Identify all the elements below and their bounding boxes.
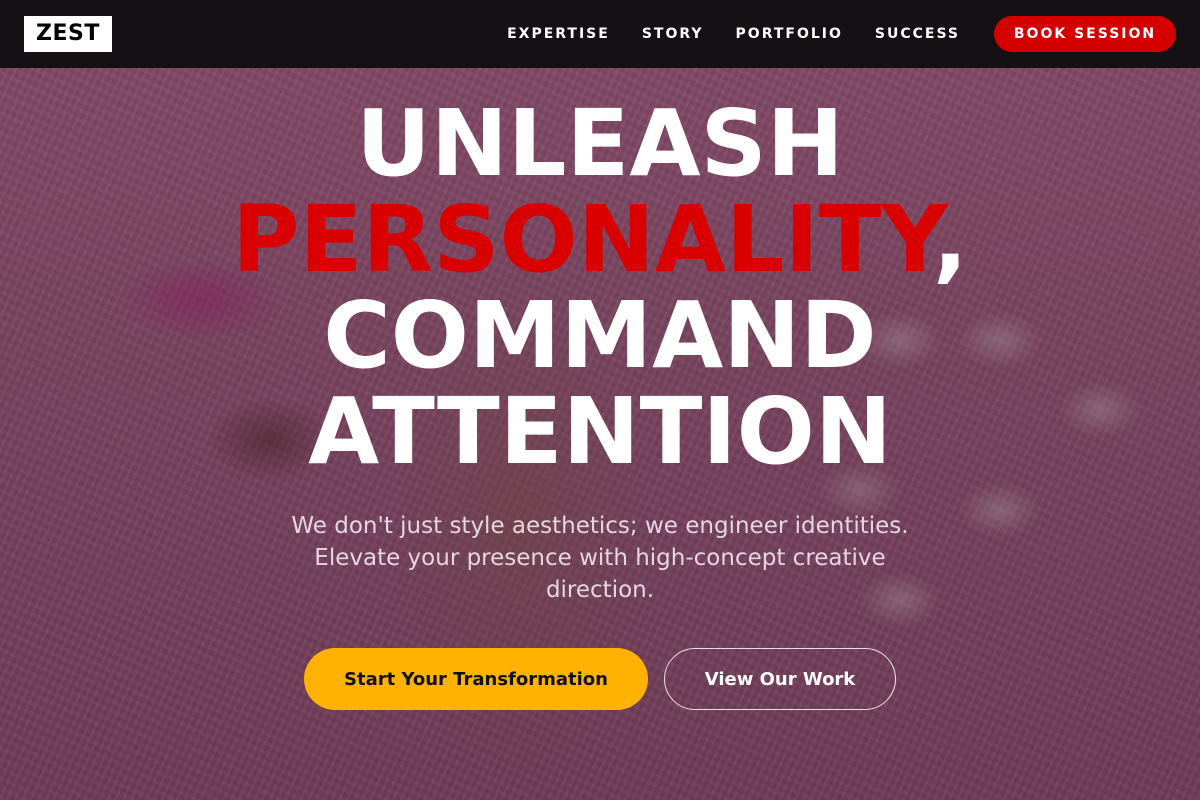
headline-accent-personality: PERSONALITY (232, 186, 933, 293)
hero-section: UNLEASH PERSONALITY, COMMAND ATTENTION W… (0, 68, 1200, 800)
nav-link-portfolio[interactable]: PORTFOLIO (736, 26, 843, 42)
nav-link-success[interactable]: SUCCESS (875, 26, 960, 42)
headline-line-personality: PERSONALITY, (232, 192, 968, 288)
headline-line-unleash: UNLEASH (356, 90, 844, 197)
nav-link-story[interactable]: STORY (642, 26, 704, 42)
hero-cta-row: Start Your Transformation View Our Work (304, 648, 896, 710)
navbar: ZEST EXPERTISE STORY PORTFOLIO SUCCESS B… (0, 0, 1200, 68)
headline-comma: , (932, 186, 968, 293)
nav-links: EXPERTISE STORY PORTFOLIO SUCCESS BOOK S… (507, 16, 1176, 52)
nav-link-expertise[interactable]: EXPERTISE (507, 26, 610, 42)
view-our-work-button[interactable]: View Our Work (664, 648, 896, 710)
book-session-button[interactable]: BOOK SESSION (994, 16, 1176, 52)
logo[interactable]: ZEST (24, 16, 112, 52)
start-transformation-button[interactable]: Start Your Transformation (304, 648, 648, 710)
headline-line-attention: ATTENTION (308, 378, 892, 485)
hero-headline: UNLEASH PERSONALITY, COMMAND ATTENTION (232, 96, 968, 480)
headline-line-command: COMMAND (323, 282, 877, 389)
hero-subtext: We don't just style aesthetics; we engin… (291, 513, 909, 603)
